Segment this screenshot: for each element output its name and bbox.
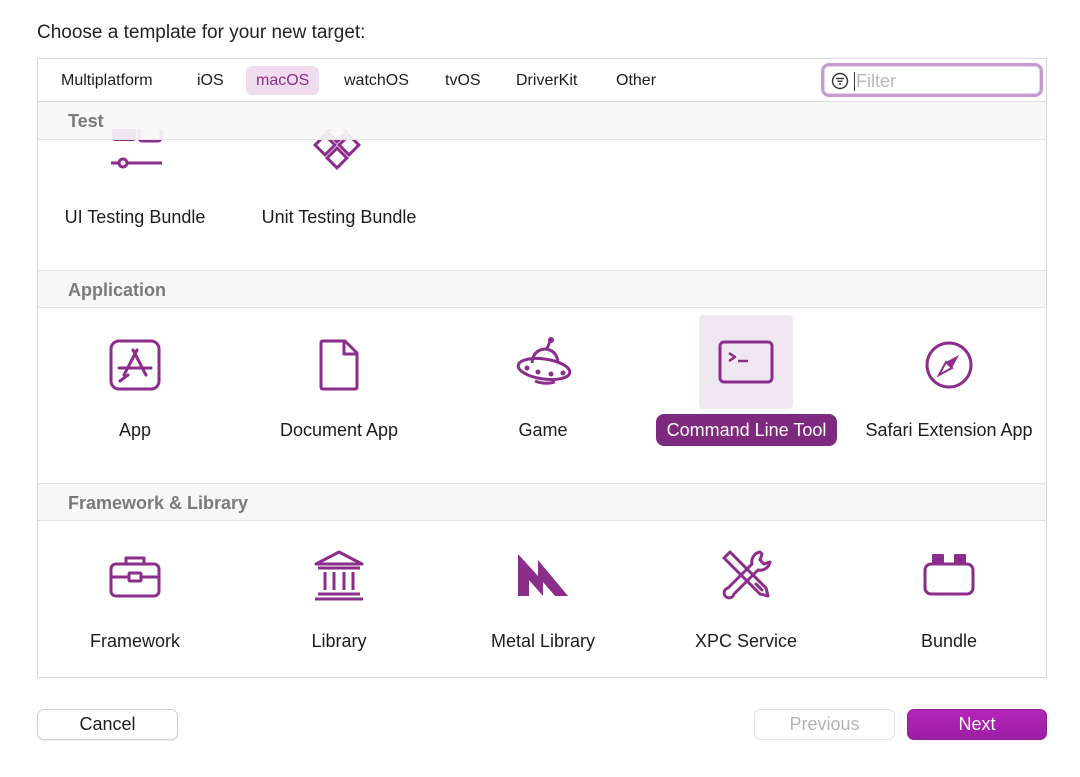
- tab-other[interactable]: Other: [606, 66, 666, 95]
- template-metal-library[interactable]: Metal Library: [448, 546, 638, 666]
- app-store-icon: [105, 335, 165, 395]
- template-bundle[interactable]: Bundle: [854, 546, 1044, 666]
- cancel-button[interactable]: Cancel: [37, 709, 178, 740]
- compass-icon: [919, 335, 979, 395]
- section-header-framework-library: Framework & Library: [38, 483, 1046, 521]
- template-label: Framework: [89, 631, 180, 651]
- section-header-application: Application: [38, 270, 1046, 308]
- tab-watchos[interactable]: watchOS: [334, 66, 419, 95]
- platform-tab-bar: Multiplatform iOS macOS watchOS tvOS Dri…: [38, 59, 1046, 102]
- dialog-heading: Choose a template for your new target:: [37, 22, 366, 43]
- filter-input[interactable]: [856, 68, 1036, 94]
- template-game[interactable]: Game: [448, 335, 638, 475]
- text-caret: [854, 72, 855, 91]
- library-icon: [309, 546, 369, 606]
- template-ui-testing-bundle[interactable]: UI Testing Bundle: [40, 115, 230, 259]
- ufo-game-icon: [513, 335, 573, 395]
- bundle-icon: [919, 546, 979, 606]
- section-title: Test: [68, 111, 104, 131]
- tab-driverkit[interactable]: DriverKit: [506, 66, 587, 95]
- tab-ios[interactable]: iOS: [187, 66, 234, 95]
- template-document-app[interactable]: Document App: [244, 335, 434, 475]
- template-library[interactable]: Library: [244, 546, 434, 666]
- template-xpc-service[interactable]: XPC Service: [651, 546, 841, 666]
- tab-macos[interactable]: macOS: [246, 66, 320, 95]
- template-app[interactable]: App: [40, 335, 230, 475]
- filter-icon: [831, 72, 849, 90]
- template-label: XPC Service: [694, 631, 798, 651]
- template-label: Library: [311, 631, 367, 651]
- metal-icon: [513, 546, 573, 606]
- previous-button[interactable]: Previous: [754, 709, 895, 740]
- template-framework[interactable]: Framework: [40, 546, 230, 666]
- template-label: Metal Library: [490, 631, 596, 651]
- template-label: Bundle: [920, 631, 978, 651]
- template-label: Safari Extension App: [865, 420, 1033, 440]
- section-header-test: Test: [38, 102, 1046, 140]
- template-chooser: Multiplatform iOS macOS watchOS tvOS Dri…: [37, 58, 1047, 678]
- template-label: UI Testing Bundle: [64, 207, 206, 227]
- section-title: Application: [68, 280, 166, 300]
- template-label: Game: [518, 420, 568, 440]
- template-safari-extension-app[interactable]: Safari Extension App: [854, 335, 1044, 475]
- document-icon: [309, 335, 369, 395]
- template-label: Document App: [279, 420, 399, 440]
- next-button[interactable]: Next: [907, 709, 1047, 740]
- template-unit-testing-bundle[interactable]: Unit Testing Bundle: [244, 119, 434, 259]
- template-label: App: [118, 420, 152, 440]
- template-label: Unit Testing Bundle: [261, 207, 417, 227]
- tools-icon: [716, 546, 776, 606]
- terminal-icon: [716, 332, 776, 392]
- filter-field[interactable]: [821, 63, 1043, 97]
- tab-tvos[interactable]: tvOS: [435, 66, 491, 95]
- template-command-line-tool[interactable]: Command Line Tool: [651, 315, 841, 475]
- section-title: Framework & Library: [68, 493, 249, 513]
- template-label: Command Line Tool: [656, 414, 837, 446]
- toolbox-icon: [105, 546, 165, 606]
- tab-multiplatform[interactable]: Multiplatform: [51, 66, 163, 95]
